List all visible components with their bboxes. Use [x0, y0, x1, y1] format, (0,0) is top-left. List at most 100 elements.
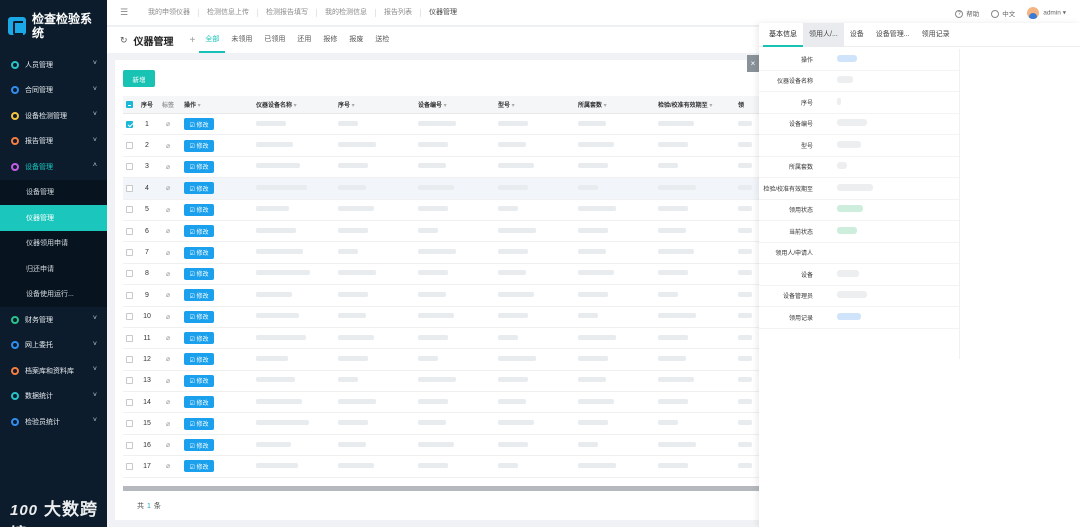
tag-icon[interactable]: ⌀ [158, 184, 178, 192]
edit-button[interactable]: ☑ 修改 [184, 160, 214, 173]
col-code[interactable]: 设备编号 [418, 100, 498, 109]
tag-icon[interactable]: ⌀ [158, 398, 178, 406]
sidebar-item-items_after-1[interactable]: 网上委托 ˅ [0, 333, 107, 359]
tag-icon[interactable]: ⌀ [158, 163, 178, 171]
edit-button[interactable]: ☑ 修改 [184, 353, 214, 366]
edit-button[interactable]: ☑ 修改 [184, 374, 214, 387]
sidebar-subitem-1[interactable]: 仪器管理 [0, 205, 107, 231]
col-name[interactable]: 仪器设备名称 [256, 100, 338, 109]
table-row[interactable]: 6 ⌀ ☑ 修改 [123, 221, 773, 243]
detail-tab-1[interactable]: 领用人/... [803, 22, 844, 47]
table-row[interactable]: 7 ⌀ ☑ 修改 [123, 242, 773, 264]
detail-tab-4[interactable]: 领用记录 [916, 23, 956, 47]
table-row[interactable]: 4 ⌀ ☑ 修改 [123, 178, 773, 200]
col-seq[interactable]: 序号 [338, 100, 418, 109]
select-all-checkbox[interactable] [126, 101, 133, 108]
sidebar-subitem-2[interactable]: 仪器领用申请 [0, 231, 107, 257]
edit-button[interactable]: ☑ 修改 [184, 289, 214, 302]
detail-tab-2[interactable]: 设备 [844, 23, 870, 47]
table-row[interactable]: 10 ⌀ ☑ 修改 [123, 307, 773, 328]
edit-button[interactable]: ☑ 修改 [184, 439, 214, 452]
tag-icon[interactable]: ⌀ [158, 313, 178, 321]
sidebar-item-items-2[interactable]: 设备检测管理 ˅ [0, 103, 107, 129]
nav-tab-2[interactable]: 检测报告填写 [258, 8, 317, 17]
table-row[interactable]: 5 ⌀ ☑ 修改 [123, 200, 773, 221]
user-menu[interactable]: admin ▾ [1027, 7, 1066, 19]
tag-icon[interactable]: ⌀ [158, 441, 178, 449]
row-checkbox[interactable] [126, 355, 133, 363]
sidebar-item-items-4[interactable]: 设备管理 ˄ [0, 154, 107, 180]
row-checkbox[interactable] [126, 334, 133, 342]
edit-button[interactable]: ☑ 修改 [184, 246, 214, 259]
sidebar-subitem-0[interactable]: 设备管理 [0, 180, 107, 206]
nav-tab-3[interactable]: 我的检测信息 [317, 8, 376, 17]
edit-button[interactable]: ☑ 修改 [184, 310, 214, 323]
table-row[interactable]: 11 ⌀ ☑ 修改 [123, 328, 773, 350]
nav-tab-1[interactable]: 检测信息上传 [199, 8, 258, 17]
table-row[interactable]: 14 ⌀ ☑ 修改 [123, 392, 773, 414]
lang-switch[interactable]: 中文 [991, 8, 1015, 19]
row-checkbox[interactable] [126, 163, 133, 171]
table-row[interactable]: 17 ⌀ ☑ 修改 [123, 456, 773, 478]
tag-icon[interactable]: ⌀ [158, 227, 178, 235]
edit-button[interactable]: ☑ 修改 [184, 118, 214, 131]
edit-button[interactable]: ☑ 修改 [184, 460, 214, 473]
add-tab-icon[interactable]: + [190, 35, 196, 46]
row-checkbox[interactable] [126, 462, 133, 470]
close-icon[interactable]: × [747, 55, 759, 72]
col-room[interactable]: 所属套数 [578, 100, 658, 109]
sidebar-subitem-4[interactable]: 设备使用运行... [0, 282, 107, 308]
refresh-icon[interactable]: ↻ [120, 35, 128, 46]
status-tab-0[interactable]: 全部 [199, 27, 226, 53]
sidebar-subitem-3[interactable]: 归还申请 [0, 256, 107, 282]
col-valid[interactable]: 检验/校准有效期至 [658, 100, 738, 109]
table-row[interactable]: 1 ⌀ ☑ 修改 [123, 114, 773, 136]
table-row[interactable]: 16 ⌀ ☑ 修改 [123, 435, 773, 457]
tag-icon[interactable]: ⌀ [158, 377, 178, 385]
tag-icon[interactable]: ⌀ [158, 420, 178, 428]
add-button[interactable]: 新增 [123, 70, 155, 87]
edit-button[interactable]: ☑ 修改 [184, 332, 214, 345]
detail-tab-3[interactable]: 设备管理... [870, 23, 916, 47]
edit-button[interactable]: ☑ 修改 [184, 203, 214, 216]
sidebar-item-items_after-4[interactable]: 检验员统计 ˅ [0, 409, 107, 435]
nav-tab-0[interactable]: 我的申领仪器 [140, 8, 199, 17]
row-checkbox[interactable] [126, 420, 133, 428]
menu-toggle-icon[interactable]: ☰ [120, 7, 132, 18]
status-tab-5[interactable]: 报废 [343, 27, 369, 53]
nav-tab-4[interactable]: 报告列表 [376, 8, 421, 17]
horizontal-scrollbar[interactable] [123, 486, 773, 491]
table-row[interactable]: 8 ⌀ ☑ 修改 [123, 264, 773, 286]
tag-icon[interactable]: ⌀ [158, 142, 178, 150]
col-op[interactable]: 操作 [178, 100, 256, 109]
row-checkbox[interactable] [126, 377, 133, 385]
edit-button[interactable]: ☑ 修改 [184, 417, 214, 430]
table-row[interactable]: 9 ⌀ ☑ 修改 [123, 285, 773, 307]
row-checkbox[interactable] [126, 206, 133, 214]
tag-icon[interactable]: ⌀ [158, 120, 178, 128]
table-row[interactable]: 13 ⌀ ☑ 修改 [123, 371, 773, 393]
edit-button[interactable]: ☑ 修改 [184, 182, 214, 195]
table-row[interactable]: 2 ⌀ ☑ 修改 [123, 135, 773, 157]
status-tab-1[interactable]: 未领用 [225, 27, 258, 53]
row-checkbox[interactable] [126, 291, 133, 299]
edit-button[interactable]: ☑ 修改 [184, 225, 214, 238]
tag-icon[interactable]: ⌀ [158, 206, 178, 214]
table-row[interactable]: 3 ⌀ ☑ 修改 [123, 157, 773, 179]
nav-tab-5[interactable]: 仪器管理 [421, 9, 465, 17]
row-checkbox[interactable] [126, 142, 133, 150]
row-checkbox[interactable] [126, 184, 133, 192]
sidebar-item-items_after-3[interactable]: 数据统计 ˅ [0, 384, 107, 410]
row-checkbox[interactable] [126, 120, 133, 128]
row-checkbox[interactable] [126, 270, 133, 278]
tag-icon[interactable]: ⌀ [158, 462, 178, 470]
table-row[interactable]: 15 ⌀ ☑ 修改 [123, 413, 773, 435]
sidebar-item-items-0[interactable]: 人员管理 ˅ [0, 52, 107, 78]
help-link[interactable]: ? 帮助 [955, 8, 979, 19]
sidebar-item-items-1[interactable]: 合同管理 ˅ [0, 78, 107, 104]
status-tab-4[interactable]: 报修 [317, 27, 343, 53]
sidebar-item-items-3[interactable]: 报告管理 ˅ [0, 129, 107, 155]
tag-icon[interactable]: ⌀ [158, 334, 178, 342]
row-checkbox[interactable] [126, 313, 133, 321]
row-checkbox[interactable] [126, 249, 133, 257]
